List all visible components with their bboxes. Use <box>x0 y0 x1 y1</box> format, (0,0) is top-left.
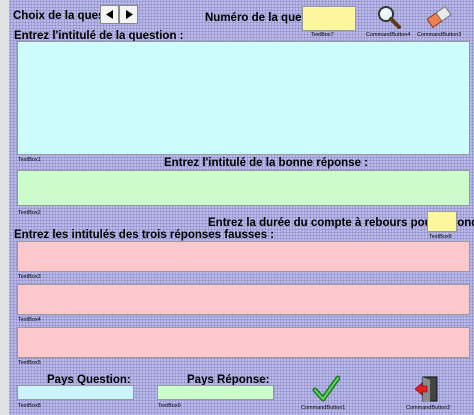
erase-button[interactable] <box>424 2 454 32</box>
prev-question-button[interactable] <box>100 5 119 24</box>
next-question-button[interactable] <box>119 5 138 24</box>
question-textbox[interactable] <box>17 41 470 155</box>
textbox9-caption: TextBox9 <box>158 403 181 409</box>
pays-reponse-textbox[interactable] <box>157 385 274 400</box>
reponse-fausse-1-textbox[interactable] <box>17 241 470 272</box>
textbox3-caption: TextBox3 <box>18 274 41 280</box>
exit-button[interactable] <box>412 374 442 404</box>
arrow-right-icon <box>125 10 133 19</box>
magnifier-icon <box>378 6 401 29</box>
commandbutton4-caption: CommandButton4 <box>366 32 411 38</box>
pays-question-textbox[interactable] <box>17 385 134 400</box>
userform: Choix de la question Numéro de la questi… <box>9 0 474 415</box>
eraser-icon <box>426 5 452 29</box>
textbox4-caption: TextBox4 <box>18 317 41 323</box>
commandbutton2-caption: CommandButton2 <box>406 405 451 411</box>
commandbutton1-caption: CommandButton1 <box>301 405 346 411</box>
bonne-reponse-label: Entrez l'intitulé de la bonne réponse : <box>164 157 369 169</box>
textbox7-caption: TextBox7 <box>311 32 334 38</box>
reponse-fausse-3-textbox[interactable] <box>17 327 470 358</box>
search-button[interactable] <box>374 2 404 32</box>
textbox1-caption: TextBox1 <box>18 157 41 163</box>
validate-button[interactable] <box>311 374 341 404</box>
exit-door-icon <box>414 376 438 402</box>
textbox2-caption: TextBox2 <box>18 210 41 216</box>
duree-textbox[interactable] <box>427 211 457 232</box>
textbox8-caption: TextBox8 <box>18 403 41 409</box>
reponse-fausse-2-textbox[interactable] <box>17 284 470 315</box>
arrow-left-icon <box>105 10 113 19</box>
checkmark-icon <box>312 375 340 402</box>
textbox6-caption: TextBox6 <box>429 234 452 240</box>
reponses-fausses-label: Entrez les intitulés des trois réponses … <box>14 229 275 241</box>
commandbutton3-caption: CommandButton3 <box>417 32 462 38</box>
bonne-reponse-textbox[interactable] <box>17 170 470 206</box>
numero-question-field[interactable] <box>302 6 356 31</box>
textbox5-caption: TextBox5 <box>18 360 41 366</box>
